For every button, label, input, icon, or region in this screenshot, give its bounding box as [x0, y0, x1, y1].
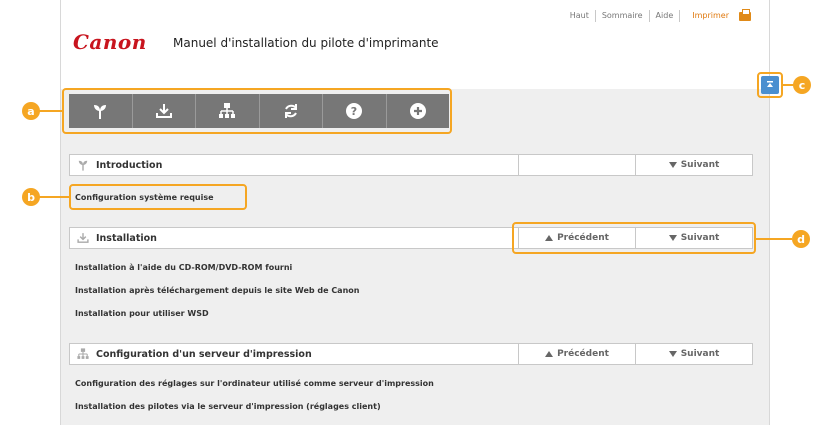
- link-install-download[interactable]: Installation après téléchargement depuis…: [75, 286, 359, 295]
- section-print-server-title: Configuration d'un serveur d'impression: [96, 348, 312, 360]
- callout-b-badge: b: [22, 188, 40, 206]
- link-server-client-drivers[interactable]: Installation des pilotes via le serveur …: [75, 402, 381, 411]
- manual-page: Canon Manuel d'installation du pilote d'…: [60, 0, 770, 425]
- callout-line-d: [756, 238, 792, 240]
- callout-box-b: [69, 184, 247, 210]
- callout-a-badge: a: [22, 102, 40, 120]
- prev-label: Précédent: [557, 349, 609, 359]
- section-introduction-title: Introduction: [96, 159, 163, 171]
- nav-aide-link[interactable]: Aide: [648, 10, 680, 22]
- link-server-settings[interactable]: Configuration des réglages sur l'ordinat…: [75, 379, 434, 388]
- triangle-down-icon: [668, 351, 677, 357]
- section-installation-title: Installation: [96, 232, 157, 244]
- section-print-server-prev-button[interactable]: Précédent: [518, 344, 635, 364]
- callout-line-a: [38, 110, 62, 112]
- section-introduction-header: Introduction Suivant: [69, 154, 753, 176]
- callout-line-b: [38, 196, 69, 198]
- link-install-cdrom[interactable]: Installation à l'aide du CD-ROM/DVD-ROM …: [75, 263, 292, 272]
- callout-box-d: [512, 222, 756, 254]
- next-label: Suivant: [680, 349, 720, 359]
- page-title: Manuel d'installation du pilote d'imprim…: [173, 36, 439, 50]
- header: Canon Manuel d'installation du pilote d'…: [61, 0, 769, 89]
- network-icon: [77, 348, 89, 359]
- triangle-down-icon: [668, 162, 677, 168]
- next-label: Suivant: [680, 160, 720, 170]
- printer-icon: [739, 8, 751, 21]
- nav-sommaire-link[interactable]: Sommaire: [594, 10, 649, 22]
- callout-box-a: [62, 88, 452, 134]
- section-print-server-header: Configuration d'un serveur d'impression …: [69, 343, 753, 365]
- top-nav: Haut Sommaire Aide Imprimer: [564, 8, 757, 22]
- callout-c-badge: c: [793, 76, 811, 94]
- callout-box-c: [757, 72, 783, 98]
- canon-logo: Canon: [73, 30, 147, 54]
- nav-imprimer-link[interactable]: Imprimer: [679, 8, 757, 22]
- download-icon: [77, 233, 89, 243]
- nav-imprimer-label: Imprimer: [692, 11, 729, 20]
- sprout-icon: [78, 160, 88, 171]
- section-print-server-next-button[interactable]: Suivant: [635, 344, 752, 364]
- section-introduction-empty-cell: [518, 155, 635, 175]
- content-area: [61, 89, 769, 425]
- callout-d-badge: d: [792, 230, 810, 248]
- triangle-up-icon: [545, 351, 554, 357]
- nav-haut-link[interactable]: Haut: [564, 10, 595, 22]
- link-install-wsd[interactable]: Installation pour utiliser WSD: [75, 309, 209, 318]
- section-introduction-next-button[interactable]: Suivant: [635, 155, 752, 175]
